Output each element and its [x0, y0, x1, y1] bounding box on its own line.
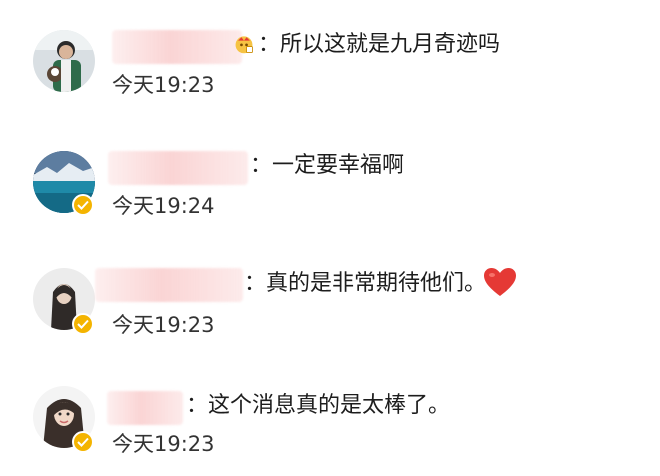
- comment-timestamp: 今天19:24: [112, 194, 215, 218]
- verified-badge-icon: [72, 194, 94, 216]
- comment-text: ：真的是非常期待他们。: [244, 271, 487, 296]
- comment-text: ：一定要幸福啊: [250, 153, 405, 178]
- comment-text: ：这个消息真的是太棒了。: [186, 393, 451, 418]
- comment-timestamp: 今天19:23: [112, 313, 215, 337]
- redacted-username[interactable]: [107, 391, 183, 425]
- verified-badge-icon: [72, 431, 94, 453]
- redacted-username[interactable]: [95, 268, 243, 302]
- comment-timestamp: 今天19:23: [112, 432, 215, 456]
- heart-emoji-icon: [484, 268, 516, 296]
- verified-badge-icon: [72, 313, 94, 335]
- redacted-username[interactable]: [108, 151, 248, 185]
- comment-item: ：这个消息真的是太棒了。 今天19:23: [0, 0, 660, 456]
